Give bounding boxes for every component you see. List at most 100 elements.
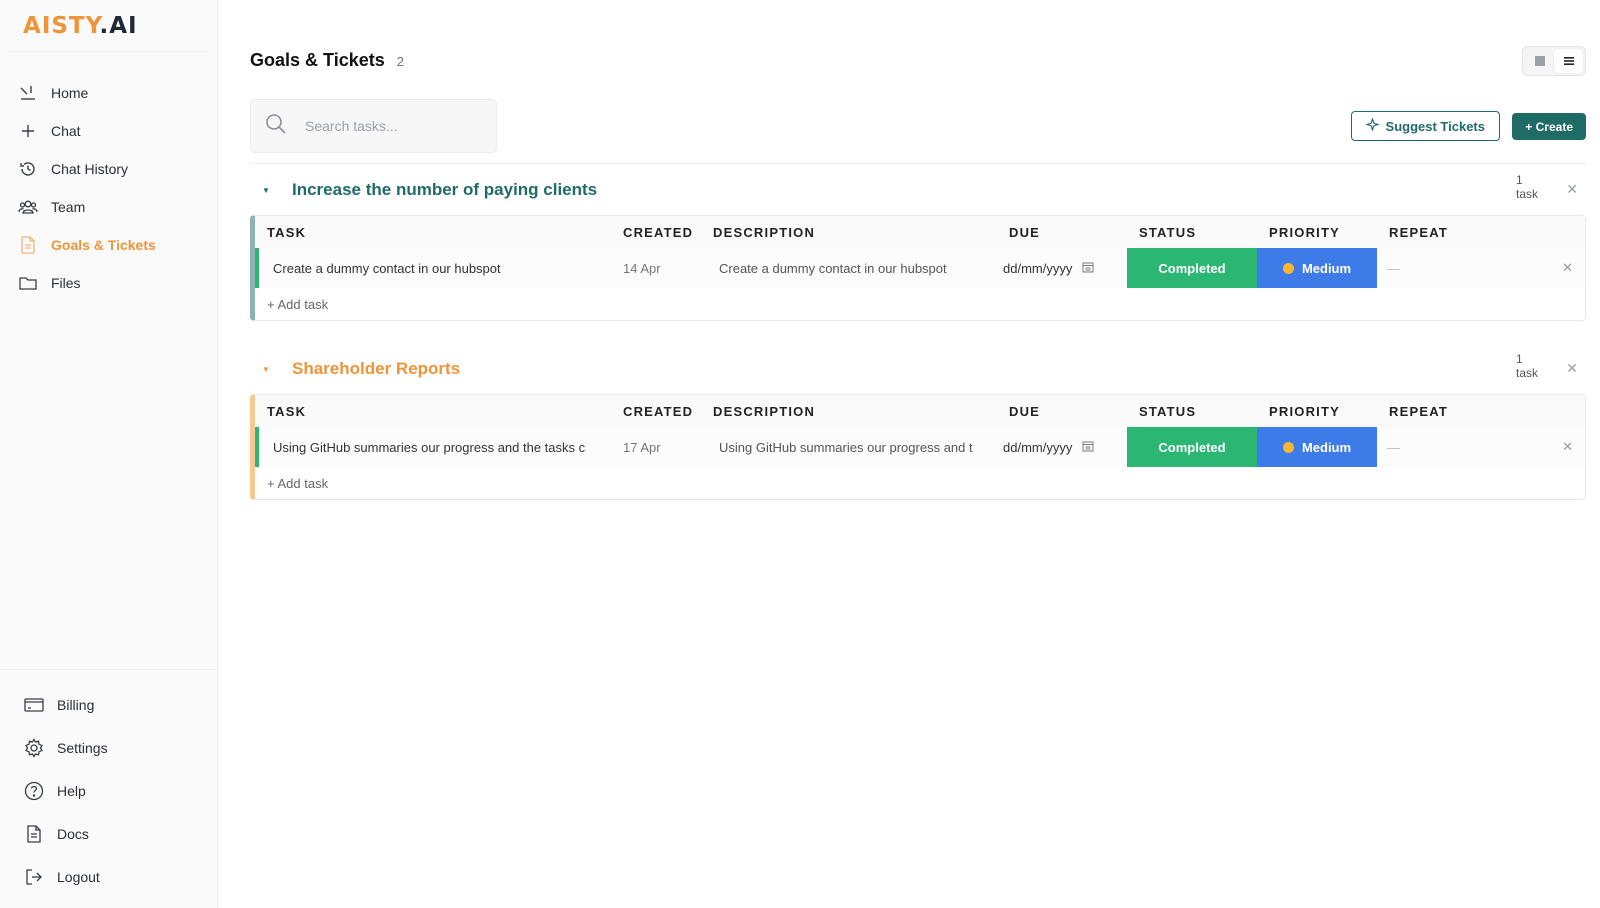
priority-dot-icon [1282, 262, 1294, 274]
logout-icon [24, 867, 44, 887]
calendar-icon[interactable] [1082, 261, 1094, 276]
search-box [250, 99, 497, 153]
collapse-caret-icon[interactable]: ▼ [262, 365, 292, 374]
doc-icon [24, 824, 44, 844]
sidebar-item-label: Chat [51, 123, 81, 139]
delete-task-icon[interactable]: ✕ [1562, 260, 1573, 276]
sidebar-item-home[interactable]: Home [0, 74, 217, 112]
table-row[interactable]: Using GitHub summaries our progress and … [255, 427, 1585, 467]
delete-goal-icon[interactable]: ✕ [1566, 181, 1578, 198]
delete-task-icon[interactable]: ✕ [1562, 439, 1573, 455]
sidebar-item-label: Goals & Tickets [51, 237, 156, 253]
logo[interactable]: AISTY.AI [8, 0, 209, 52]
status-badge[interactable]: Completed [1127, 427, 1257, 467]
view-toggle [1522, 46, 1586, 76]
task-description[interactable]: Using GitHub summaries our progress and … [701, 440, 997, 455]
column-description: DESCRIPTION [713, 224, 816, 240]
sidebar-item-chat[interactable]: Chat [0, 112, 217, 150]
task-table: TASK CREATED DESCRIPTION DUE STATUS PRIO… [250, 394, 1586, 500]
task-status-bar [255, 248, 259, 288]
logo-text: AISTY.AI [23, 12, 138, 39]
sidebar-item-label: Settings [57, 739, 108, 756]
goal-header: ▼ Shareholder Reports 1 task ✕ [250, 344, 1586, 394]
task-created: 17 Apr [623, 439, 661, 455]
task-repeat[interactable]: — [1377, 440, 1497, 455]
task-name[interactable]: Using GitHub summaries our progress and … [255, 440, 611, 455]
search-input[interactable] [305, 118, 475, 134]
delete-goal-icon[interactable]: ✕ [1566, 360, 1578, 377]
list-view-button[interactable] [1554, 49, 1583, 73]
sidebar-item-help[interactable]: Help [0, 769, 217, 812]
suggest-tickets-label: Suggest Tickets [1385, 118, 1485, 134]
priority-badge[interactable]: Medium [1257, 248, 1377, 288]
sidebar-item-label: Team [51, 199, 86, 215]
table-row[interactable]: Create a dummy contact in our hubspot 14… [255, 248, 1585, 288]
goal-title[interactable]: Increase the number of paying clients [292, 180, 597, 200]
task-created: 14 Apr [623, 260, 661, 276]
create-label: + Create [1525, 119, 1573, 134]
task-repeat[interactable]: — [1377, 261, 1497, 276]
column-task: TASK [267, 403, 307, 419]
suggest-tickets-button[interactable]: Suggest Tickets [1350, 111, 1500, 141]
column-status: STATUS [1139, 224, 1197, 240]
grid-view-button[interactable] [1525, 49, 1554, 73]
column-priority: PRIORITY [1269, 403, 1340, 419]
calendar-icon[interactable] [1082, 440, 1094, 455]
task-status-bar [255, 427, 259, 467]
sidebar-item-team[interactable]: Team [0, 188, 217, 226]
goal-title[interactable]: Shareholder Reports [292, 359, 460, 379]
column-due: DUE [1009, 224, 1041, 240]
table-header: TASK CREATED DESCRIPTION DUE STATUS PRIO… [255, 216, 1585, 248]
sidebar: AISTY.AI Home Chat Chat History Team Goa… [0, 0, 218, 908]
sidebar-nav: Home Chat Chat History Team Goals & Tick… [0, 52, 217, 302]
column-created: CREATED [623, 403, 694, 419]
column-repeat: REPEAT [1389, 224, 1448, 240]
goal-group: ▼ Increase the number of paying clients … [250, 165, 1586, 321]
question-icon [24, 781, 44, 801]
task-due-input[interactable]: dd/mm/yyyy [997, 261, 1127, 276]
table-header: TASK CREATED DESCRIPTION DUE STATUS PRIO… [255, 395, 1585, 427]
sidebar-item-chat-history[interactable]: Chat History [0, 150, 217, 188]
sidebar-item-label: Logout [57, 868, 100, 885]
column-status: STATUS [1139, 403, 1197, 419]
sidebar-item-logout[interactable]: Logout [0, 855, 217, 898]
sparkle-icon [1364, 117, 1380, 134]
sidebar-item-label: Docs [57, 825, 89, 842]
sidebar-bottom: Billing Settings Help Docs Logout [0, 669, 217, 908]
goal-task-count: 1 task [1516, 173, 1539, 201]
sidebar-item-files[interactable]: Files [0, 264, 217, 302]
goal-group: ▼ Shareholder Reports 1 task ✕ TASK CREAT… [250, 344, 1586, 500]
create-button[interactable]: + Create [1512, 113, 1586, 140]
task-description[interactable]: Create a dummy contact in our hubspot [701, 261, 997, 276]
goal-count: 2 [396, 54, 404, 69]
document-icon [18, 235, 38, 255]
header-divider [250, 163, 1586, 164]
gear-icon [24, 737, 44, 758]
sidebar-item-billing[interactable]: Billing [0, 683, 217, 726]
collapse-caret-icon[interactable]: ▼ [262, 186, 292, 195]
sidebar-item-docs[interactable]: Docs [0, 812, 217, 855]
column-priority: PRIORITY [1269, 224, 1340, 240]
priority-badge[interactable]: Medium [1257, 427, 1377, 467]
sidebar-item-settings[interactable]: Settings [0, 726, 217, 769]
task-table: TASK CREATED DESCRIPTION DUE STATUS PRIO… [250, 215, 1586, 321]
main-content: Goals & Tickets 2 Suggest Tickets + Crea… [218, 0, 1600, 908]
sidebar-item-label: Files [51, 275, 81, 291]
sidebar-item-label: Chat History [51, 161, 129, 177]
goal-header: ▼ Increase the number of paying clients … [250, 165, 1586, 215]
task-due-input[interactable]: dd/mm/yyyy [997, 440, 1127, 455]
column-repeat: REPEAT [1389, 403, 1448, 419]
add-task-button[interactable]: + Add task [255, 467, 1585, 499]
sidebar-item-label: Billing [57, 696, 95, 713]
search-icon [265, 113, 287, 140]
add-task-button[interactable]: + Add task [255, 288, 1585, 320]
page-title: Goals & Tickets [250, 50, 385, 70]
column-created: CREATED [623, 224, 694, 240]
team-icon [18, 197, 38, 217]
sidebar-item-goals-tickets[interactable]: Goals & Tickets [0, 226, 217, 264]
card-icon [24, 695, 44, 715]
status-badge[interactable]: Completed [1127, 248, 1257, 288]
page-header: Goals & Tickets 2 [250, 50, 404, 71]
plus-icon [18, 121, 38, 141]
task-name[interactable]: Create a dummy contact in our hubspot [255, 261, 611, 276]
